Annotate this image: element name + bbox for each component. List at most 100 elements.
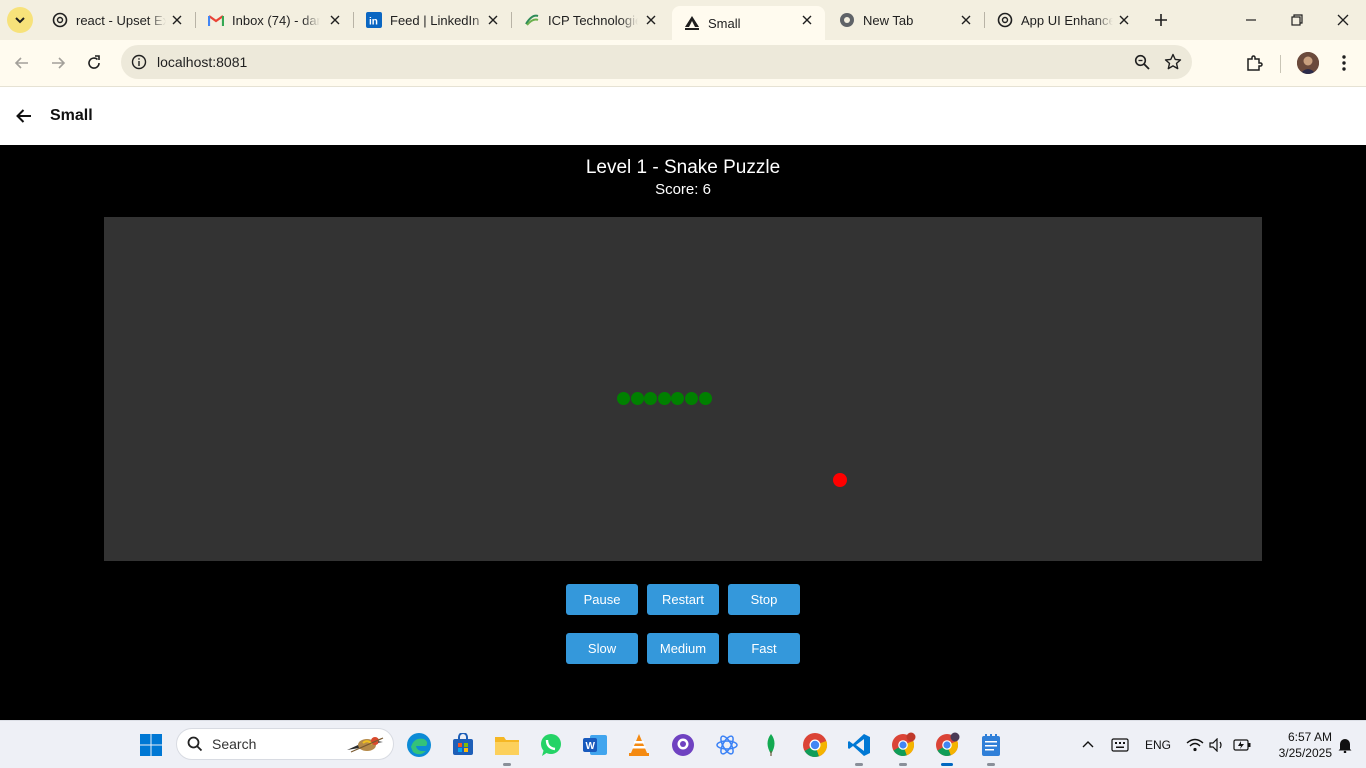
taskbar-vscode[interactable] [845,731,873,766]
close-icon[interactable] [799,12,815,28]
tab-gmail[interactable]: Inbox (74) - dan [196,0,353,40]
tab-react[interactable]: react - Upset Exp [40,0,195,40]
tab-linkedin[interactable]: in Feed | LinkedIn [354,0,511,40]
snake-segment [631,392,644,405]
new-tab-button[interactable] [1150,9,1172,31]
taskbar-word[interactable]: W [581,731,609,759]
minimize-button[interactable] [1239,8,1263,32]
taskbar-mongodb[interactable] [757,731,785,759]
snake-segment [671,392,684,405]
close-icon[interactable] [169,12,185,28]
taskbar-notepad[interactable] [977,731,1005,766]
restart-button[interactable]: Restart [647,584,719,615]
game-screen: Level 1 - Snake Puzzle Score: 6 Pause Re… [0,145,1366,720]
tab-title: Feed | LinkedIn [390,12,480,28]
score-text: Score: 6 [655,181,711,198]
toolbar-divider [1280,55,1281,73]
tab-search-button[interactable] [7,7,33,33]
svg-text:W: W [586,741,596,752]
volume-button[interactable] [1203,731,1231,759]
close-icon[interactable] [958,12,974,28]
search-icon [187,736,203,752]
tab-title: ICP Technologies [548,12,638,28]
game-board[interactable] [104,217,1262,561]
notifications-button[interactable] [1331,731,1359,759]
taskbar-clock[interactable]: 6:57 AM 3/25/2025 [1262,729,1332,761]
restore-button[interactable] [1285,8,1309,32]
tab-app-ui-enhancer[interactable]: App UI Enhancer [985,0,1142,40]
tray-overflow-button[interactable] [1074,731,1102,759]
site-info-icon[interactable] [129,52,149,72]
tab-title: Inbox (74) - dan [232,12,320,28]
tab-new-tab[interactable]: New Tab [827,0,984,40]
taskbar-search[interactable]: Search [176,728,394,760]
active-indicator [941,763,953,766]
forward-button[interactable] [46,51,70,75]
notification-bell-icon [1338,739,1352,753]
puzzle-icon [1247,55,1263,71]
tab-small[interactable]: Small [672,6,825,40]
browser-menu-button[interactable] [1332,51,1356,75]
windows-taskbar: Search W ENG 6:57 AM 3/25/2025 [0,720,1366,768]
tab-strip: react - Upset Exp Inbox (74) - dan in Fe… [0,0,1366,40]
more-vert-icon [1342,55,1346,71]
zoom-icon[interactable] [1132,52,1152,72]
taskbar-chrome-active[interactable] [933,731,961,766]
running-indicator [899,763,907,766]
search-placeholder: Search [212,736,257,752]
taskbar-vlc[interactable] [625,731,653,759]
taskbar-file-explorer[interactable] [493,731,521,766]
speed-medium-button[interactable]: Medium [647,633,719,664]
taskbar-chrome-profile[interactable] [889,731,917,766]
gmail-icon [208,12,224,28]
arrow-right-icon [52,57,66,69]
minimize-icon [1246,19,1256,21]
tab-title: Small [708,15,741,31]
battery-button[interactable] [1228,731,1256,759]
taskbar-store[interactable] [449,731,477,759]
bird-illustration-icon [347,737,384,753]
back-button[interactable] [10,51,34,75]
extensions-button[interactable] [1242,51,1266,75]
snake-segment [658,392,671,405]
taskbar-github-desktop[interactable] [669,731,697,759]
taskbar-edge[interactable] [405,731,433,759]
taskbar-app[interactable] [713,731,741,759]
browser-toolbar: localhost:8081 [0,40,1366,87]
start-button[interactable] [137,731,165,759]
profile-avatar[interactable] [1297,52,1319,74]
notepad-icon [982,734,1000,756]
folder-icon [495,737,519,755]
touch-keyboard-button[interactable] [1106,731,1134,759]
stop-button[interactable]: Stop [728,584,800,615]
app-back-button[interactable] [13,105,35,127]
pause-button[interactable]: Pause [566,584,638,615]
taskbar-whatsapp[interactable] [537,731,565,759]
snake-head [699,392,712,405]
chrome-profile-icon [892,732,916,756]
tab-icp[interactable]: ICP Technologies [512,0,669,40]
vscode-icon [848,734,870,756]
openai-icon [997,12,1013,28]
close-icon[interactable] [643,12,659,28]
close-icon[interactable] [327,12,343,28]
store-icon [453,733,473,755]
speaker-icon [1209,738,1222,752]
whatsapp-icon [541,734,561,756]
speed-fast-button[interactable]: Fast [728,633,800,664]
chevron-down-icon [15,17,25,24]
language-indicator[interactable]: ENG [1145,738,1171,752]
running-indicator [987,763,995,766]
address-bar[interactable]: localhost:8081 [121,45,1192,79]
speed-slow-button[interactable]: Slow [566,633,638,664]
close-icon[interactable] [1116,12,1132,28]
close-icon[interactable] [485,12,501,28]
taskbar-chrome[interactable] [801,731,829,759]
bookmark-star-icon[interactable] [1162,51,1184,73]
wifi-icon [1186,738,1204,752]
word-icon: W [583,735,607,755]
reload-button[interactable] [82,51,106,75]
arrow-left-icon [16,109,31,123]
snake-segment [685,392,698,405]
close-window-button[interactable] [1331,8,1355,32]
